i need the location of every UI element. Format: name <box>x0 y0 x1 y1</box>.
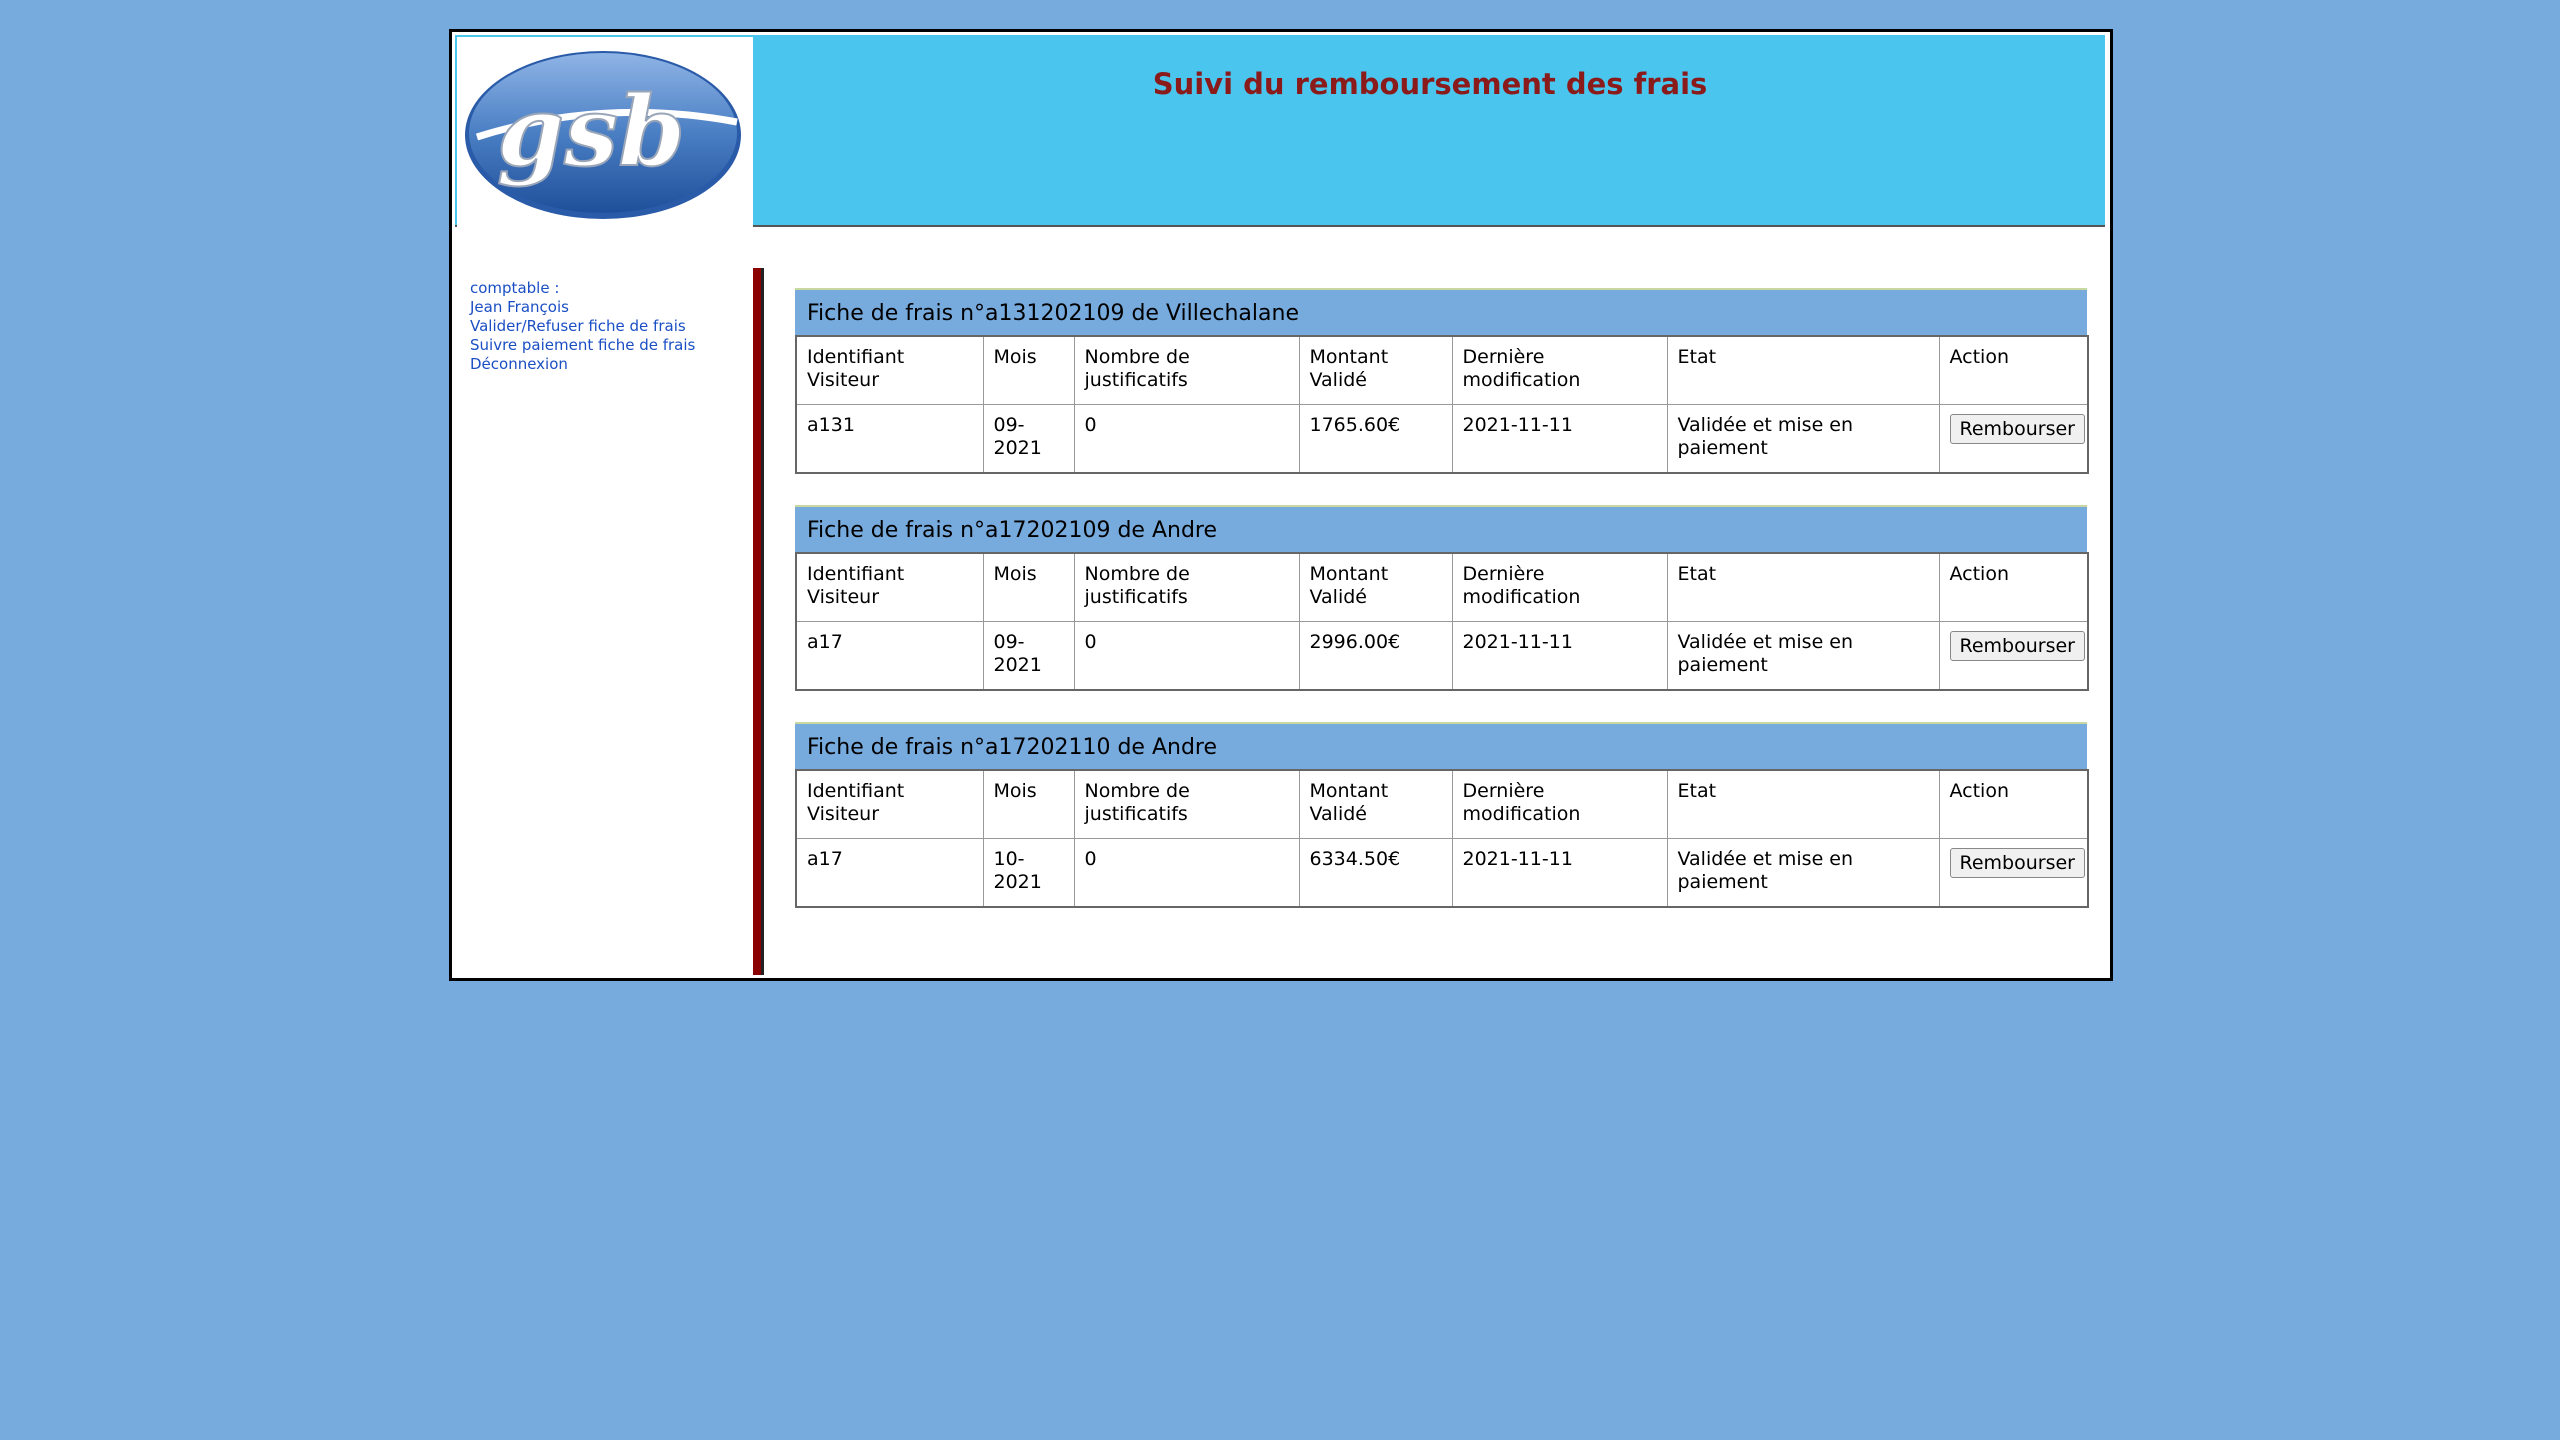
column-header: Action <box>1938 552 2089 622</box>
rembourser-button[interactable]: Rembourser <box>1949 848 2085 878</box>
cell-last-modified: 2021-11-11 <box>1451 838 1668 908</box>
cell-visitor-id: a17 <box>795 621 984 691</box>
table-row: a17 09-2021 0 2996.00€ 2021-11-11 Validé… <box>795 621 2089 691</box>
table-header-row: Identifiant Visiteur Mois Nombre de just… <box>795 335 2089 405</box>
column-header: Identifiant Visiteur <box>795 769 984 839</box>
column-header: Mois <box>982 769 1075 839</box>
column-header: Dernière modification <box>1451 335 1668 405</box>
fiche-table: Identifiant Visiteur Mois Nombre de just… <box>795 769 2089 908</box>
menu-deconnexion-link[interactable]: Déconnexion <box>470 355 740 374</box>
svg-text:gsb: gsb <box>497 75 685 188</box>
menu-suivre-paiement-link[interactable]: Suivre paiement fiche de frais <box>470 336 740 355</box>
user-role-label: comptable : <box>470 279 560 297</box>
column-header: Dernière modification <box>1451 552 1668 622</box>
table-row: a131 09-2021 0 1765.60€ 2021-11-11 Valid… <box>795 404 2089 474</box>
cell-action: Rembourser <box>1938 404 2089 474</box>
cell-last-modified: 2021-11-11 <box>1451 621 1668 691</box>
column-header: Action <box>1938 769 2089 839</box>
site-header: gsb Suivi du remboursement des frais <box>455 35 2105 227</box>
table-header-row: Identifiant Visiteur Mois Nombre de just… <box>795 769 2089 839</box>
rembourser-button[interactable]: Rembourser <box>1949 631 2085 661</box>
column-header: Identifiant Visiteur <box>795 552 984 622</box>
table-row: a17 10-2021 0 6334.50€ 2021-11-11 Validé… <box>795 838 2089 908</box>
fiche-title: Fiche de frais n°a17202109 de Andre <box>795 505 2087 552</box>
fiche-card: Fiche de frais n°a17202109 de Andre Iden… <box>795 505 2089 691</box>
column-header: Etat <box>1666 552 1940 622</box>
sidebar-menu: comptable : Jean François Valider/Refuse… <box>470 279 740 374</box>
column-header: Montant Validé <box>1298 552 1453 622</box>
content-divider <box>753 268 764 975</box>
cell-action: Rembourser <box>1938 838 2089 908</box>
fiche-card: Fiche de frais n°a17202110 de Andre Iden… <box>795 722 2089 908</box>
cell-status: Validée et mise en paiement <box>1666 838 1940 908</box>
fiche-table: Identifiant Visiteur Mois Nombre de just… <box>795 552 2089 691</box>
cell-justificatifs: 0 <box>1073 838 1300 908</box>
rembourser-button[interactable]: Rembourser <box>1949 414 2085 444</box>
page-container: gsb Suivi du remboursement des frais com… <box>449 29 2113 981</box>
column-header: Etat <box>1666 335 1940 405</box>
cell-amount: 2996.00€ <box>1298 621 1453 691</box>
cell-month: 09-2021 <box>982 404 1075 474</box>
table-header-row: Identifiant Visiteur Mois Nombre de just… <box>795 552 2089 622</box>
cell-visitor-id: a131 <box>795 404 984 474</box>
cell-action: Rembourser <box>1938 621 2089 691</box>
column-header: Dernière modification <box>1451 769 1668 839</box>
column-header: Montant Validé <box>1298 769 1453 839</box>
column-header: Nombre de justificatifs <box>1073 769 1300 839</box>
fiche-table: Identifiant Visiteur Mois Nombre de just… <box>795 335 2089 474</box>
column-header: Action <box>1938 335 2089 405</box>
column-header: Mois <box>982 552 1075 622</box>
cell-month: 10-2021 <box>982 838 1075 908</box>
column-header: Identifiant Visiteur <box>795 335 984 405</box>
cell-last-modified: 2021-11-11 <box>1451 404 1668 474</box>
column-header: Nombre de justificatifs <box>1073 335 1300 405</box>
fiche-title: Fiche de frais n°a17202110 de Andre <box>795 722 2087 769</box>
cell-status: Validée et mise en paiement <box>1666 621 1940 691</box>
cell-amount: 6334.50€ <box>1298 838 1453 908</box>
cell-status: Validée et mise en paiement <box>1666 404 1940 474</box>
cell-visitor-id: a17 <box>795 838 984 908</box>
gsb-logo-image: gsb <box>465 51 741 219</box>
menu-valider-fiche-link[interactable]: Valider/Refuser fiche de frais <box>470 317 740 336</box>
column-header: Nombre de justificatifs <box>1073 552 1300 622</box>
user-name: Jean François <box>470 298 569 316</box>
cell-justificatifs: 0 <box>1073 404 1300 474</box>
cell-amount: 1765.60€ <box>1298 404 1453 474</box>
gsb-logo: gsb <box>457 37 753 227</box>
fiche-card: Fiche de frais n°a131202109 de Villechal… <box>795 288 2089 474</box>
cell-justificatifs: 0 <box>1073 621 1300 691</box>
column-header: Mois <box>982 335 1075 405</box>
column-header: Etat <box>1666 769 1940 839</box>
fiche-title: Fiche de frais n°a131202109 de Villechal… <box>795 288 2087 335</box>
column-header: Montant Validé <box>1298 335 1453 405</box>
page-title: Suivi du remboursement des frais <box>1152 67 1708 101</box>
cell-month: 09-2021 <box>982 621 1075 691</box>
